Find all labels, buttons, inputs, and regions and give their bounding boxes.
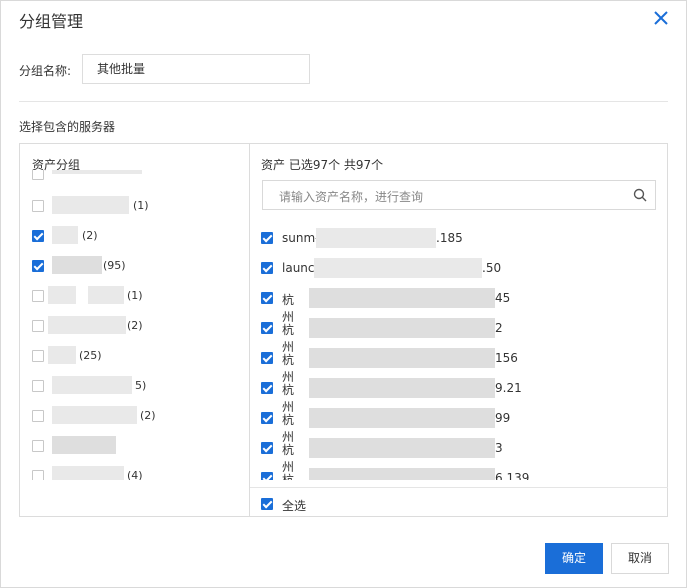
asset-ip-suffix: 99 — [495, 411, 511, 425]
redacted-text — [52, 436, 116, 454]
asset-name: launcl — [282, 261, 318, 275]
checkbox[interactable] — [32, 260, 44, 272]
redacted-text — [309, 318, 495, 338]
redacted-text — [309, 348, 495, 368]
dialog-title: 分组管理 — [19, 12, 84, 31]
redacted-text — [314, 258, 482, 278]
checkbox[interactable] — [261, 352, 273, 364]
checkbox[interactable] — [32, 470, 44, 480]
checkbox[interactable] — [261, 322, 273, 334]
redacted-text — [309, 408, 495, 428]
group-count: (4) — [127, 469, 143, 480]
asset-ip-suffix: 45 — [495, 291, 511, 305]
asset-name: 杭州 — [282, 443, 295, 474]
asset-ip-suffix: 9.21 — [495, 381, 522, 395]
checkbox[interactable] — [261, 382, 273, 394]
checkbox[interactable] — [32, 410, 44, 422]
asset-group-list[interactable]: (1) (2) (95) (1) (2) (25) 5) (2) (4) — [20, 170, 248, 480]
asset-ip-suffix: 3 — [495, 441, 503, 455]
group-count: (2) — [82, 229, 98, 242]
asset-search-box[interactable]: 请输入资产名称，进行查询 — [262, 180, 656, 210]
group-count: (2) — [127, 319, 143, 332]
checkbox[interactable] — [32, 440, 44, 452]
checkbox[interactable] — [261, 442, 273, 454]
checkbox[interactable] — [261, 412, 273, 424]
redacted-text — [52, 376, 132, 394]
divider — [250, 487, 668, 488]
divider — [19, 101, 668, 102]
confirm-button[interactable]: 确定 — [545, 543, 603, 574]
redacted-text — [52, 406, 137, 424]
select-all-label: 全选 — [282, 499, 307, 513]
redacted-text — [52, 170, 142, 174]
group-name-input[interactable]: 其他批量 — [82, 54, 310, 84]
redacted-text — [309, 438, 495, 458]
checkbox[interactable] — [261, 498, 273, 510]
asset-ip-suffix: 2 — [495, 321, 503, 335]
checkbox[interactable] — [261, 472, 273, 480]
redacted-text — [309, 468, 495, 480]
asset-name: 杭州 — [282, 323, 295, 354]
checkbox[interactable] — [32, 170, 44, 180]
checkbox[interactable] — [32, 290, 44, 302]
cancel-button[interactable]: 取消 — [611, 543, 669, 574]
checkbox[interactable] — [261, 232, 273, 244]
search-icon[interactable] — [633, 188, 647, 202]
redacted-text — [52, 196, 129, 214]
group-count: (2) — [140, 409, 156, 422]
asset-list[interactable]: sunm- .185 launcl .50 杭州 45 杭州 2 杭州 156 … — [250, 222, 668, 480]
asset-name: 杭州 — [282, 473, 295, 480]
asset-name: 杭州 — [282, 293, 295, 324]
redacted-text — [48, 286, 76, 304]
group-count: (25) — [79, 349, 102, 362]
group-count: 5) — [135, 379, 147, 392]
redacted-text — [48, 316, 126, 334]
server-selection-label: 选择包含的服务器 — [19, 120, 116, 134]
redacted-text — [52, 256, 102, 274]
redacted-text — [316, 228, 436, 248]
checkbox[interactable] — [32, 200, 44, 212]
checkbox[interactable] — [32, 380, 44, 392]
asset-ip-suffix: 6.139 — [495, 471, 530, 480]
asset-ip-suffix: .50 — [482, 261, 502, 275]
asset-selection-header: 资产 已选97个 共97个 — [261, 158, 384, 172]
checkbox[interactable] — [32, 320, 44, 332]
checkbox[interactable] — [32, 350, 44, 362]
group-count: (1) — [133, 199, 149, 212]
redacted-text — [88, 286, 124, 304]
group-name-label: 分组名称: — [19, 64, 72, 78]
group-count: (95) — [103, 259, 126, 272]
redacted-text — [48, 346, 76, 364]
redacted-text — [52, 466, 124, 480]
group-count: (1) — [127, 289, 143, 302]
asset-name: sunm- — [282, 231, 320, 245]
close-icon[interactable] — [652, 9, 670, 27]
checkbox[interactable] — [261, 292, 273, 304]
asset-ip-suffix: .185 — [436, 231, 463, 245]
redacted-text — [52, 226, 78, 244]
checkbox[interactable] — [261, 262, 273, 274]
asset-name: 杭州 — [282, 353, 295, 384]
checkbox[interactable] — [32, 230, 44, 242]
redacted-text — [309, 288, 495, 308]
asset-name: 杭州 — [282, 383, 295, 414]
redacted-text — [309, 378, 495, 398]
asset-name: 杭州 — [282, 413, 295, 444]
asset-ip-suffix: 156 — [495, 351, 518, 365]
search-input[interactable]: 请输入资产名称，进行查询 — [279, 188, 423, 205]
